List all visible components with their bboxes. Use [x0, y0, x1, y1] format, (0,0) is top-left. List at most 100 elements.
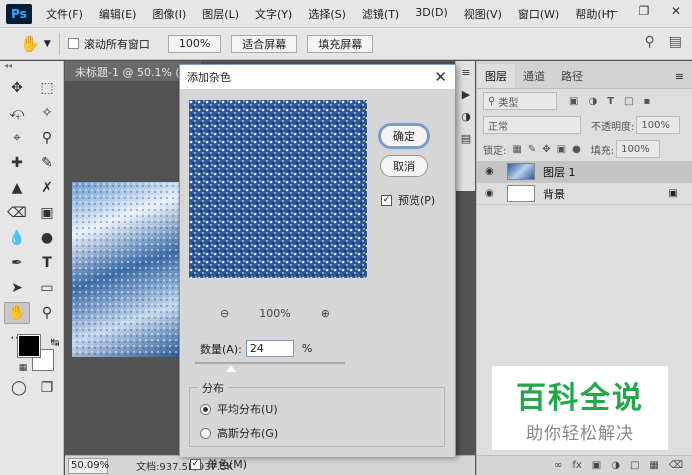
crop-tool-icon[interactable]: ⌖ [4, 127, 30, 149]
dodge-tool-icon[interactable]: ● [34, 227, 60, 249]
visibility-eye-icon[interactable]: ◉ [485, 188, 497, 199]
lock-all-icon[interactable]: ● [572, 144, 581, 155]
amount-slider-thumb[interactable] [226, 365, 236, 372]
hand-tool-icon[interactable]: ✋ [4, 302, 30, 324]
zoom-in-icon[interactable]: ⊕ [321, 307, 330, 320]
layer-row-background[interactable]: ◉ 背景 ▣ [477, 183, 692, 205]
close-icon[interactable]: ✕ [434, 68, 447, 86]
fx-icon[interactable]: fx [572, 460, 581, 471]
history-brush-tool-icon[interactable]: ✗ [34, 177, 60, 199]
properties-icon[interactable]: ≡ [456, 61, 476, 83]
toolbar-grip-icon[interactable]: ◂◂ [0, 61, 63, 71]
fill-field[interactable]: 100% [616, 140, 661, 158]
visibility-eye-icon[interactable]: ◉ [485, 166, 497, 177]
history-icon[interactable]: ▤ [456, 127, 476, 149]
chevron-down-icon[interactable]: ▼ [44, 39, 51, 49]
menu-view[interactable]: 视图(V) [464, 6, 502, 22]
zoom-out-icon[interactable]: ⊖ [220, 307, 229, 320]
amount-slider-track[interactable] [195, 362, 345, 364]
cancel-button[interactable]: 取消 [380, 155, 428, 177]
menu-filter[interactable]: 滤镜(T) [362, 6, 399, 22]
workspace-icon[interactable]: ▤ [669, 34, 682, 50]
zoom-level-field[interactable]: 50.09% [68, 457, 109, 474]
lock-position-icon[interactable]: ✥ [542, 144, 550, 155]
zoom-100-button[interactable]: 100% [167, 34, 222, 53]
preview-checkbox[interactable]: ✓ 预览(P) [381, 192, 435, 208]
brush-tool-icon[interactable]: ✎ [34, 152, 60, 174]
foreground-color-swatch[interactable] [18, 335, 40, 357]
menu-file[interactable]: 文件(F) [46, 6, 83, 22]
adjust-icon[interactable]: ◑ [456, 105, 476, 127]
menu-select[interactable]: 选择(S) [308, 6, 346, 22]
default-colors-icon[interactable]: ▦ [10, 357, 36, 379]
checkbox-checked-icon[interactable]: ✓ [190, 458, 201, 470]
healing-brush-tool-icon[interactable]: ✚ [4, 152, 30, 174]
kind-filter-dropdown[interactable]: ⚲ 类型 [483, 92, 557, 110]
radio-unselected-icon[interactable] [200, 427, 211, 439]
menu-3d[interactable]: 3D(D) [415, 6, 448, 22]
tab-layers[interactable]: 图层 [477, 64, 515, 88]
screen-mode-icon[interactable]: ❐ [34, 377, 60, 399]
lock-image-icon[interactable]: ✎ [528, 144, 536, 155]
opacity-field[interactable]: 100% [636, 116, 681, 134]
quick-mask-icon[interactable]: ◯ [6, 377, 32, 399]
zoom-tool-icon[interactable]: ⚲ [34, 302, 60, 324]
menu-edit[interactable]: 编辑(E) [99, 6, 137, 22]
gaussian-radio[interactable]: 高斯分布(G) [200, 425, 278, 441]
radio-selected-icon[interactable] [200, 403, 211, 415]
fill-screen-button[interactable]: 填充屏幕 [307, 34, 374, 53]
menu-layer[interactable]: 图层(L) [202, 6, 239, 22]
filter-adjust-icon[interactable]: ◑ [588, 96, 597, 107]
marquee-tool-icon[interactable]: ⬚ [34, 77, 60, 99]
ok-button[interactable]: 确定 [380, 125, 428, 147]
scroll-all-windows-checkbox[interactable]: 滚动所有窗口 [67, 36, 150, 52]
quick-select-tool-icon[interactable]: ✧ [34, 102, 60, 124]
lasso-tool-icon[interactable]: ⤽ [4, 102, 30, 124]
path-select-tool-icon[interactable]: ➤ [4, 277, 30, 299]
checkbox-box[interactable] [67, 38, 79, 49]
fit-screen-button[interactable]: 适合屏幕 [231, 34, 298, 53]
monochromatic-checkbox[interactable]: ✓ 单色(M) [190, 456, 247, 472]
layer-row-layer1[interactable]: ◉ 图层 1 [477, 161, 692, 183]
filter-smart-icon[interactable]: ▪ [643, 96, 650, 107]
minimize-icon[interactable]: — [596, 0, 628, 22]
lock-artboard-icon[interactable]: ▣ [557, 144, 566, 155]
hand-tool-preset-icon[interactable]: ✋ [20, 34, 40, 53]
rectangle-tool-icon[interactable]: ▭ [34, 277, 60, 299]
panel-menu-icon[interactable]: ≡ [675, 70, 684, 83]
menu-window[interactable]: 窗口(W) [518, 6, 559, 22]
tab-channels[interactable]: 通道 [515, 64, 553, 88]
amount-input[interactable]: 24 [245, 340, 294, 357]
layer-name[interactable]: 图层 1 [543, 164, 576, 180]
menu-image[interactable]: 图像(I) [152, 6, 186, 22]
new-layer-icon[interactable]: ▦ [649, 460, 658, 471]
blur-tool-icon[interactable]: 💧 [4, 227, 30, 249]
pen-tool-icon[interactable]: ✒ [4, 252, 30, 274]
type-tool-icon[interactable]: T [34, 252, 60, 274]
menu-type[interactable]: 文字(Y) [255, 6, 292, 22]
eyedropper-tool-icon[interactable]: ⚲ [34, 127, 60, 149]
search-icon[interactable]: ⚲ [645, 34, 655, 50]
checkbox-checked-icon[interactable]: ✓ [381, 194, 392, 206]
gradient-tool-icon[interactable]: ▣ [34, 202, 60, 224]
filter-type-icon[interactable]: T [607, 96, 614, 107]
delete-layer-icon[interactable]: ⌫ [669, 460, 683, 471]
canvas-image[interactable] [72, 182, 180, 357]
lock-transparent-icon[interactable]: ▦ [512, 144, 521, 155]
add-mask-icon[interactable]: ▣ [592, 460, 601, 471]
adjustment-layer-icon[interactable]: ◑ [611, 460, 620, 471]
close-window-icon[interactable]: ✕ [660, 0, 692, 22]
uniform-radio[interactable]: 平均分布(U) [200, 401, 278, 417]
noise-preview[interactable] [189, 100, 367, 278]
move-tool-icon[interactable]: ✥ [4, 77, 30, 99]
filter-pixel-icon[interactable]: ▣ [569, 96, 578, 107]
tab-paths[interactable]: 路径 [553, 64, 591, 88]
clone-stamp-tool-icon[interactable]: ▲ [4, 177, 30, 199]
group-icon[interactable]: □ [630, 460, 639, 471]
dialog-titlebar[interactable]: 添加杂色 ✕ [180, 65, 455, 89]
eraser-tool-icon[interactable]: ⌫ [4, 202, 30, 224]
link-layers-icon[interactable]: ∞ [554, 460, 562, 471]
play-action-icon[interactable]: ▶ [456, 83, 476, 105]
filter-shape-icon[interactable]: □ [624, 96, 633, 107]
layer-name[interactable]: 背景 [543, 186, 565, 202]
